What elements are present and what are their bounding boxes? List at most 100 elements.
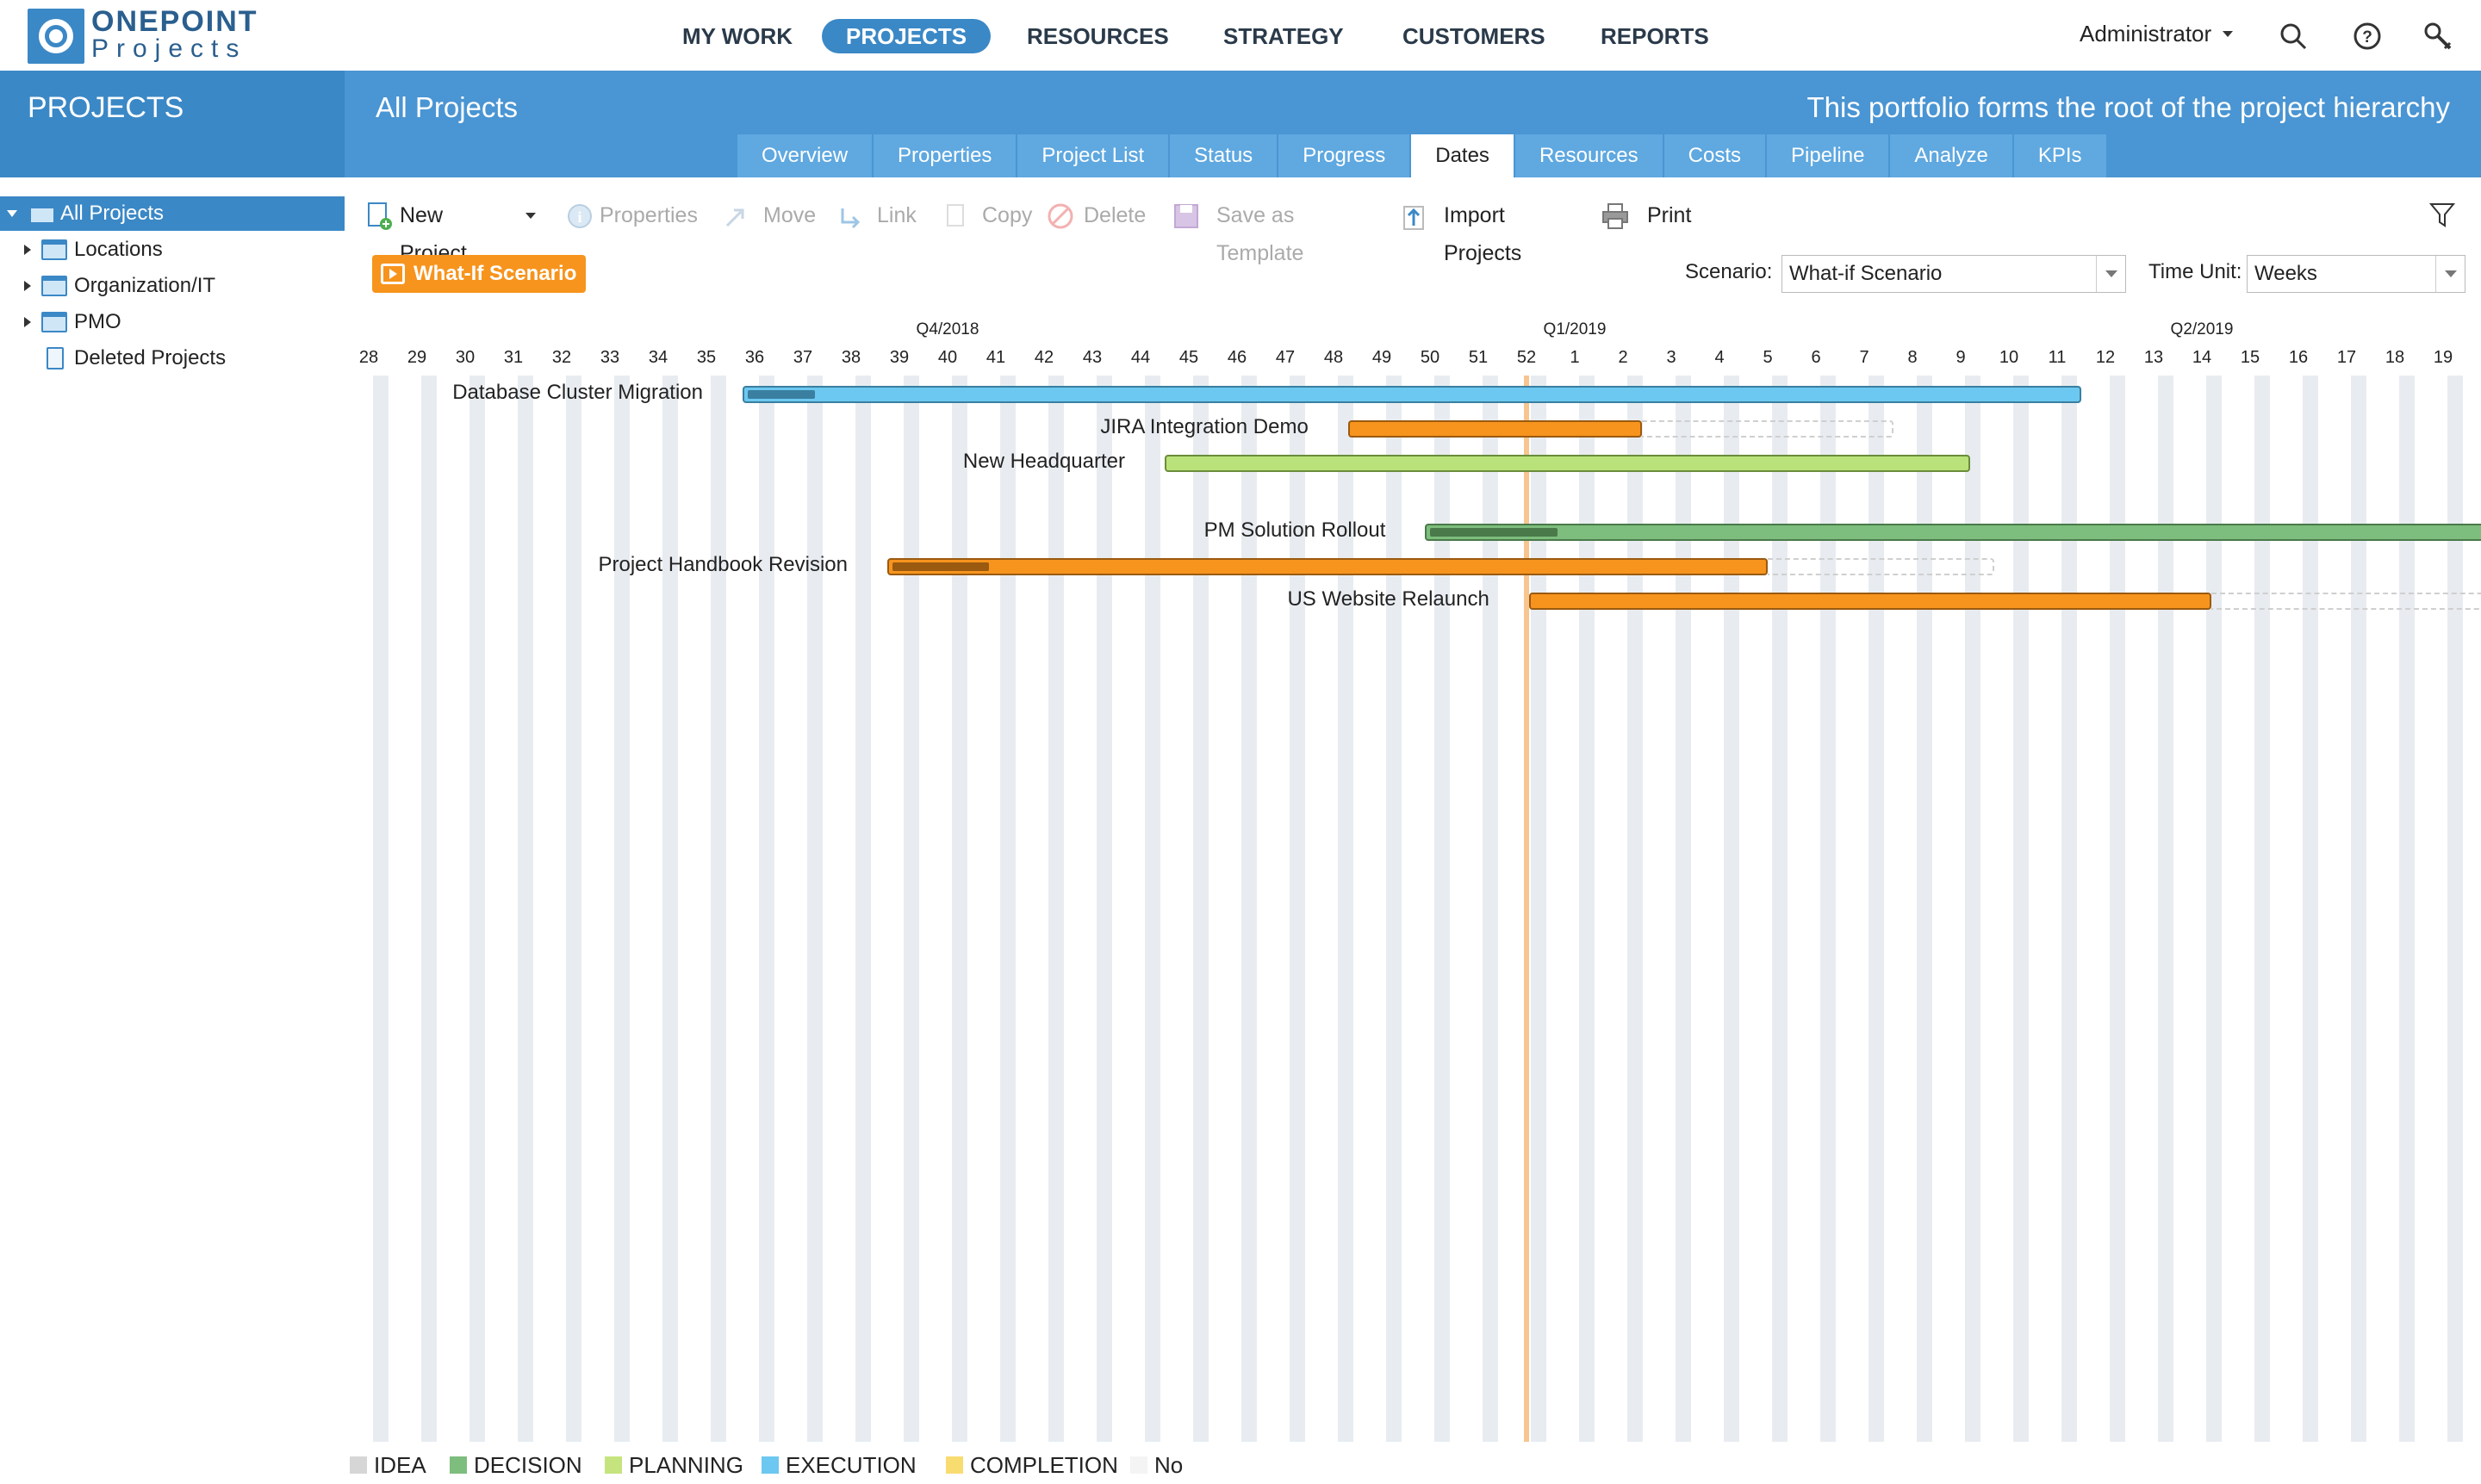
new-project-icon[interactable] xyxy=(365,202,395,231)
time-unit-select[interactable]: Weeks xyxy=(2247,255,2465,293)
legend-label: IDEA xyxy=(374,1452,426,1478)
tree-item-all-projects[interactable]: All Projects xyxy=(0,196,345,231)
project-bar[interactable] xyxy=(1165,455,1971,472)
tab-dates[interactable]: Dates xyxy=(1411,134,1514,177)
tab-costs[interactable]: Costs xyxy=(1663,134,1766,177)
legend-swatch xyxy=(946,1456,963,1474)
project-bar[interactable] xyxy=(887,558,1768,575)
week-label: 5 xyxy=(1763,348,1773,367)
quarter-label: Q1/2019 xyxy=(1543,320,1607,338)
link-button[interactable]: Link xyxy=(877,196,917,234)
week-label: 44 xyxy=(1130,348,1151,367)
chevron-down-icon[interactable] xyxy=(525,213,536,219)
week-gridline xyxy=(807,376,823,1442)
move-icon xyxy=(725,208,744,227)
project-bar[interactable] xyxy=(1425,524,2481,541)
what-if-scenario-label: What-If Scenario xyxy=(414,262,577,285)
copy-button[interactable]: Copy xyxy=(982,196,1032,234)
week-label: 18 xyxy=(2385,348,2405,367)
move-button[interactable]: Move xyxy=(763,196,816,234)
legend-item: IDEA xyxy=(350,1450,426,1480)
tab-project-list[interactable]: Project List xyxy=(1017,134,1169,177)
expand-toggle-icon[interactable] xyxy=(24,317,31,327)
chevron-down-icon[interactable] xyxy=(2096,256,2125,292)
project-bar[interactable] xyxy=(1528,593,2212,610)
import-projects-button[interactable]: Import Projects xyxy=(1444,196,1521,265)
project-label[interactable]: JIRA Integration Demo xyxy=(1100,415,1308,439)
project-label[interactable]: PM Solution Rollout xyxy=(1204,518,1386,543)
tree-item-label: All Projects xyxy=(60,202,165,225)
legend-label: COMPLETION xyxy=(970,1452,1118,1478)
tree-item-deleted-projects[interactable]: Deleted Projects xyxy=(0,341,345,376)
expand-toggle-icon[interactable] xyxy=(7,210,17,217)
tab-progress[interactable]: Progress xyxy=(1278,134,1410,177)
properties-button[interactable]: Properties xyxy=(600,196,698,234)
project-bar[interactable] xyxy=(1347,420,1643,438)
week-label: 29 xyxy=(407,348,427,367)
onepoint-logo-icon[interactable] xyxy=(28,9,84,64)
tab-overview[interactable]: Overview xyxy=(737,134,873,177)
legend-swatch xyxy=(762,1456,779,1474)
legend-item: COMPLETION xyxy=(946,1450,1118,1480)
save-template-icon xyxy=(1174,204,1198,228)
legend-item: PLANNING xyxy=(605,1450,743,1480)
project-label[interactable]: Project Handbook Revision xyxy=(599,553,849,577)
tab-properties[interactable]: Properties xyxy=(874,134,1017,177)
legend-swatch xyxy=(450,1456,467,1474)
project-bar[interactable] xyxy=(743,386,2081,403)
filter-icon[interactable] xyxy=(2429,202,2455,229)
tab-status[interactable]: Status xyxy=(1170,134,1278,177)
copy-icon xyxy=(947,204,964,227)
page-description: This portfolio forms the root of the pro… xyxy=(1806,91,2451,123)
chevron-down-icon[interactable] xyxy=(2223,31,2233,37)
week-label: 13 xyxy=(2143,348,2164,367)
nav-customers[interactable]: CUSTOMERS xyxy=(1378,19,1570,53)
project-label[interactable]: New Headquarter xyxy=(963,450,1125,474)
week-gridline xyxy=(373,376,389,1442)
nav-reports[interactable]: REPORTS xyxy=(1576,19,1733,53)
expand-toggle-icon[interactable] xyxy=(24,281,31,291)
delete-icon xyxy=(1048,203,1073,229)
tree-item-organization-it[interactable]: Organization/IT xyxy=(0,269,345,303)
week-gridline xyxy=(1097,376,1112,1442)
week-label: 46 xyxy=(1227,348,1247,367)
tree-item-locations[interactable]: Locations xyxy=(0,233,345,267)
week-label: 3 xyxy=(1666,348,1676,367)
save-as-template-button[interactable]: Save as Template xyxy=(1216,196,1303,265)
week-label: 30 xyxy=(455,348,476,367)
delete-button[interactable]: Delete xyxy=(1084,196,1146,234)
scenario-select[interactable]: What-if Scenario xyxy=(1781,255,2126,293)
nav-strategy[interactable]: STRATEGY xyxy=(1199,19,1368,53)
tab-kpis[interactable]: KPIs xyxy=(2013,134,2106,177)
chevron-down-icon[interactable] xyxy=(2435,256,2465,292)
progress-fill xyxy=(1430,528,1558,537)
tab-pipeline[interactable]: Pipeline xyxy=(1767,134,1889,177)
time-unit-label: Time Unit: xyxy=(2148,260,2242,283)
nav-resources[interactable]: RESOURCES xyxy=(1003,19,1193,53)
new-project-button[interactable]: New Project xyxy=(400,196,467,265)
printer-icon[interactable] xyxy=(1601,202,1630,231)
tree-item-pmo[interactable]: PMO xyxy=(0,305,345,339)
print-button[interactable]: Print xyxy=(1647,196,1691,234)
week-label: 38 xyxy=(841,348,861,367)
nav-my-work[interactable]: MY WORK xyxy=(658,19,817,53)
tools-icon[interactable] xyxy=(2422,21,2453,52)
nav-projects[interactable]: PROJECTS xyxy=(822,19,992,53)
week-label: 14 xyxy=(2192,348,2212,367)
week-label: 2 xyxy=(1618,348,1628,367)
legend-swatch xyxy=(605,1456,622,1474)
expand-toggle-icon[interactable] xyxy=(24,245,31,255)
week-label: 39 xyxy=(889,348,910,367)
search-icon[interactable] xyxy=(2278,21,2309,52)
week-gridline xyxy=(1000,376,1016,1442)
what-if-scenario-badge[interactable]: What-If Scenario xyxy=(372,255,586,293)
project-label[interactable]: US Website Relaunch xyxy=(1287,587,1489,612)
user-menu[interactable]: Administrator xyxy=(2080,21,2211,47)
project-label[interactable]: Database Cluster Migration xyxy=(452,381,703,405)
tree-item-label: Locations xyxy=(74,238,163,261)
help-icon[interactable]: ? xyxy=(2352,21,2383,52)
import-icon[interactable] xyxy=(1399,202,1428,231)
tab-analyze[interactable]: Analyze xyxy=(1890,134,2012,177)
week-gridline xyxy=(759,376,774,1442)
tab-resources[interactable]: Resources xyxy=(1514,134,1663,177)
